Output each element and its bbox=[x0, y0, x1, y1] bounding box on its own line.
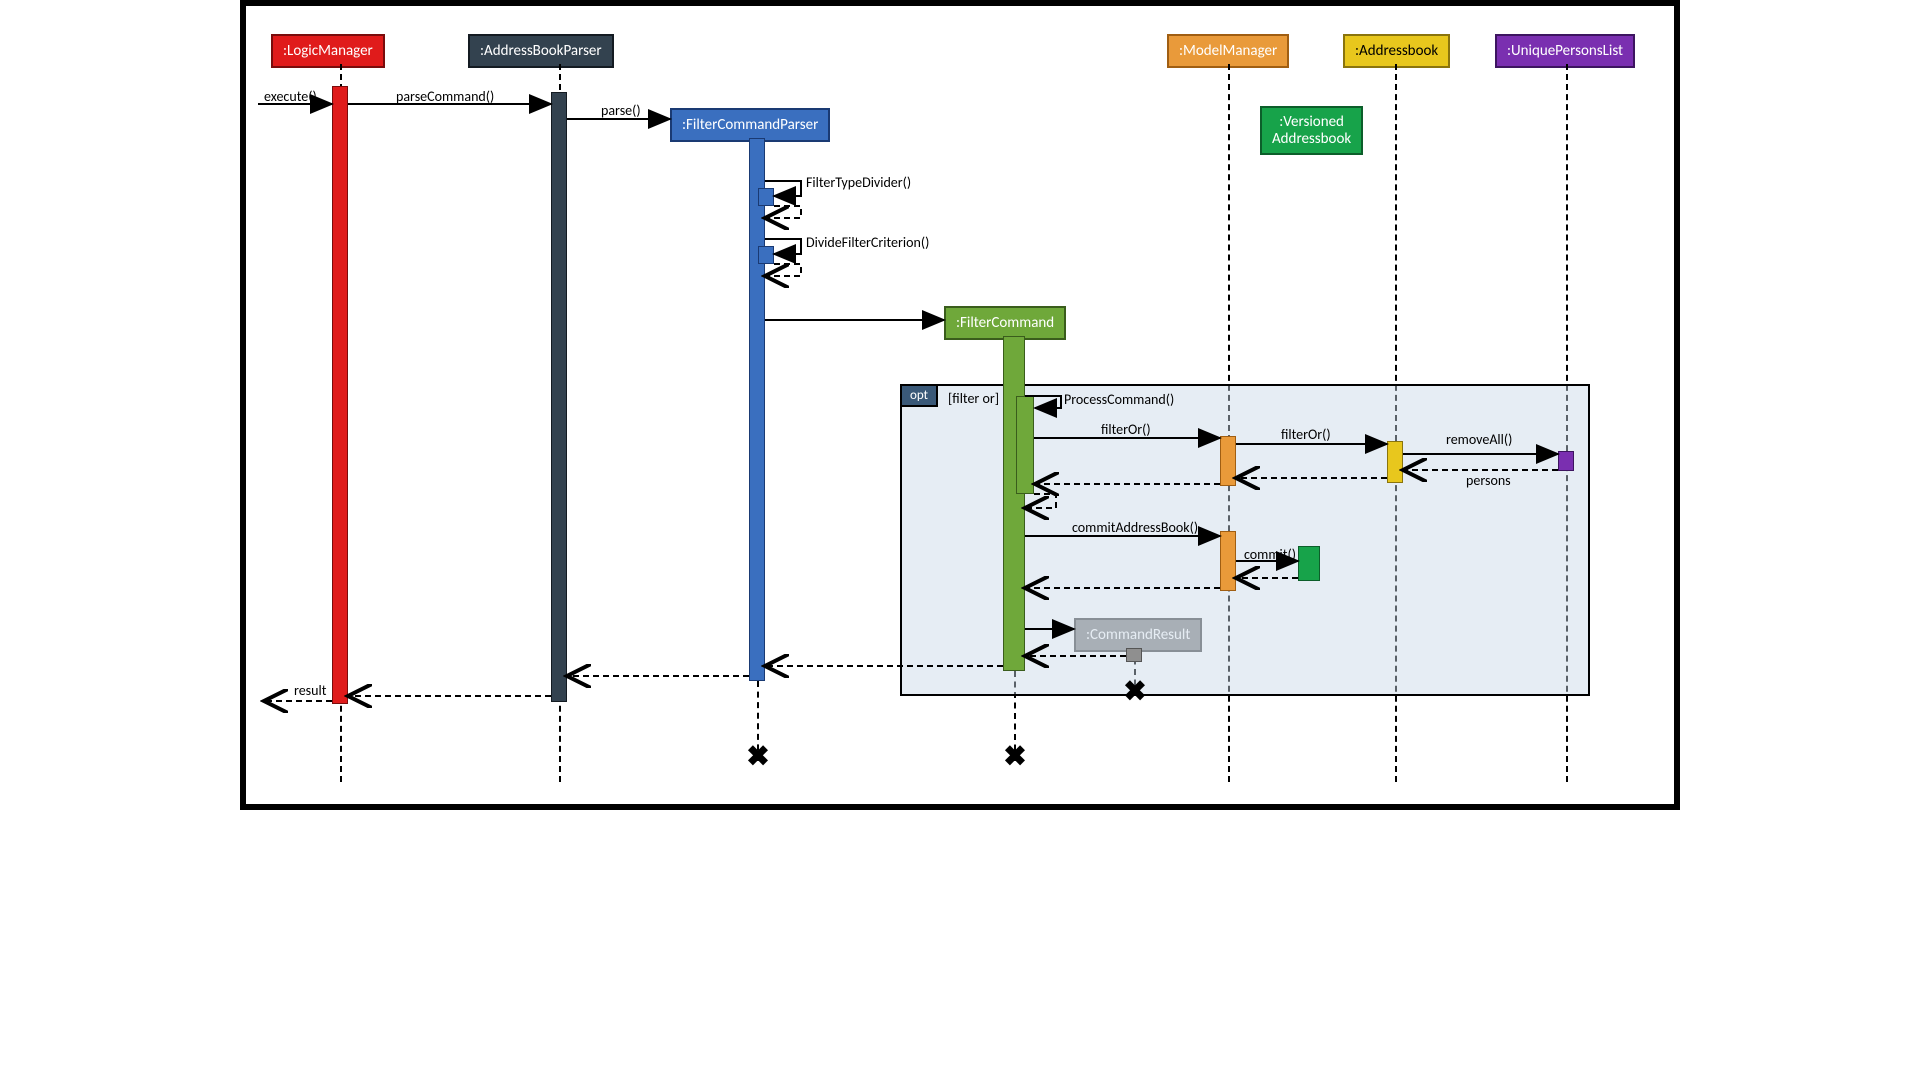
lifeline-addressbook: :Addressbook bbox=[1343, 34, 1450, 68]
lifeline-label: :FilterCommandParser bbox=[682, 116, 818, 134]
lifeline-label: :ModelManager bbox=[1179, 42, 1277, 60]
activation-versioned-ab bbox=[1298, 546, 1320, 581]
msg-parse-command: parseCommand() bbox=[396, 88, 494, 105]
msg-commit: commit() bbox=[1244, 546, 1296, 563]
activation-filter-command bbox=[1003, 336, 1025, 671]
msg-divide-filter-criterion: DivideFilterCriterion() bbox=[806, 234, 929, 251]
lifeline-label: :FilterCommand bbox=[956, 314, 1054, 332]
activation-logic-manager bbox=[332, 86, 348, 704]
activation-fcp-self2 bbox=[758, 246, 774, 264]
lifeline-label: :LogicManager bbox=[283, 42, 373, 60]
msg-filter-or-2: filterOr() bbox=[1281, 426, 1331, 443]
msg-remove-all: removeAll() bbox=[1446, 431, 1512, 448]
activation-fc-process bbox=[1016, 396, 1034, 494]
lifeline-model-manager: :ModelManager bbox=[1167, 34, 1289, 68]
lifeline-label: :AddressBookParser bbox=[480, 42, 602, 60]
msg-commit-addressbook: commitAddressBook() bbox=[1072, 519, 1198, 536]
destroy-icon: ✖ bbox=[1003, 739, 1026, 774]
lifeline-versioned-addressbook: :VersionedAddressbook bbox=[1260, 106, 1363, 155]
destroy-icon: ✖ bbox=[746, 739, 769, 774]
opt-operator: opt bbox=[900, 384, 938, 407]
activation-fcp-self1 bbox=[758, 188, 774, 206]
msg-filter-or-1: filterOr() bbox=[1101, 421, 1151, 438]
msg-parse: parse() bbox=[601, 102, 641, 119]
activation-addressbook-parser bbox=[551, 92, 567, 702]
activation-model-manager-2 bbox=[1220, 531, 1236, 591]
activation-filter-command-parser bbox=[749, 138, 765, 681]
lifeline-unique-persons-list: :UniquePersonsList bbox=[1495, 34, 1635, 68]
activation-model-manager-1 bbox=[1220, 436, 1236, 486]
sequence-diagram: :LogicManager :AddressBookParser :Filter… bbox=[240, 0, 1680, 810]
msg-persons: persons bbox=[1466, 472, 1511, 489]
activation-unique-persons bbox=[1558, 451, 1574, 471]
lifeline-label: :VersionedAddressbook bbox=[1272, 113, 1351, 148]
msg-result: result bbox=[294, 682, 326, 699]
lifeline-addressbook-parser: :AddressBookParser bbox=[468, 34, 614, 68]
destroy-icon: ✖ bbox=[1123, 674, 1146, 709]
lifeline-filter-command: :FilterCommand bbox=[944, 306, 1066, 340]
lifeline-logic-manager: :LogicManager bbox=[271, 34, 385, 68]
msg-execute: execute() bbox=[264, 88, 317, 105]
activation-command-result bbox=[1126, 648, 1142, 662]
lifeline-filter-command-parser: :FilterCommandParser bbox=[670, 108, 830, 142]
opt-guard: [filter or] bbox=[948, 390, 999, 407]
msg-process-command: ProcessCommand() bbox=[1064, 391, 1174, 408]
lifeline-label: :Addressbook bbox=[1355, 42, 1438, 60]
msg-filter-type-divider: FilterTypeDivider() bbox=[806, 174, 911, 191]
lifeline-label: :UniquePersonsList bbox=[1507, 42, 1623, 60]
activation-addressbook-1 bbox=[1387, 441, 1403, 483]
